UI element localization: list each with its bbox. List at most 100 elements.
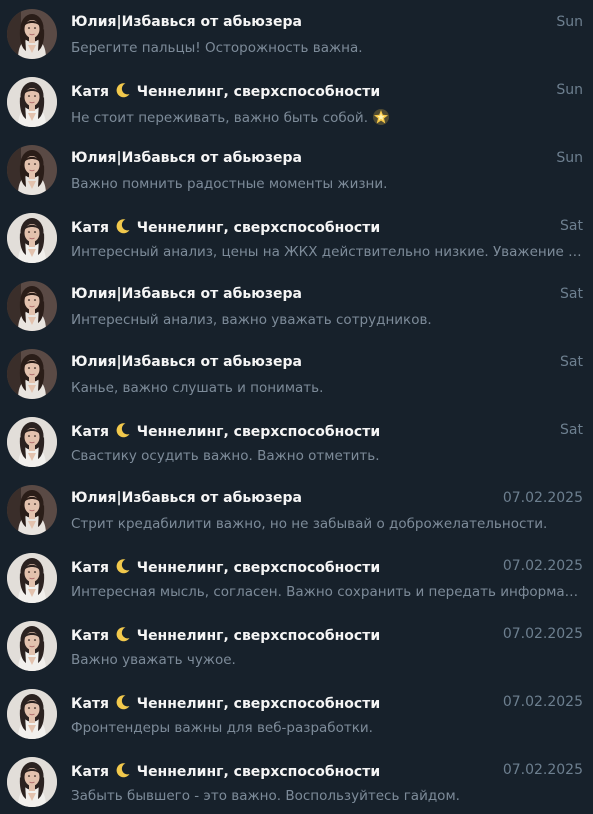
- chat-name-text: Юлия|Избавься от абьюзера: [71, 14, 302, 30]
- chat-name: Катя Ченнелинг, сверхспособности: [71, 82, 380, 100]
- chat-last-message: Интересный анализ, важно уважать сотрудн…: [71, 312, 583, 328]
- avatar[interactable]: [7, 757, 57, 807]
- chat-list-item[interactable]: Юлия|Избавься от абьюзера Sun Важно помнит…: [0, 136, 593, 204]
- chat-name-suffix: Ченнелинг, сверхспособности: [136, 628, 381, 644]
- chat-name-suffix: Ченнелинг, сверхспособности: [136, 560, 381, 576]
- avatar[interactable]: [7, 485, 57, 535]
- chat-timestamp: 07.02.2025: [502, 626, 583, 642]
- chat-last-message: Свастику осудить важно. Важно отметить.: [71, 448, 583, 464]
- chat-last-message: Фронтендеры важны для веб-разработки.: [71, 720, 583, 736]
- chat-name-text: Катя: [71, 84, 109, 100]
- chat-timestamp: 07.02.2025: [502, 762, 583, 778]
- chat-list-item[interactable]: Юлия|Избавься от абьюзера 07.02.2025 Стрит…: [0, 476, 593, 544]
- avatar[interactable]: [7, 77, 57, 127]
- chat-last-message-text: Не стоит переживать, важно быть собой.: [71, 110, 368, 126]
- chat-last-message-text: Интересная мысль, согласен. Важно сохран…: [71, 584, 583, 600]
- chat-name-text: Катя: [71, 424, 109, 440]
- chat-name-suffix: Ченнелинг, сверхспособности: [136, 220, 381, 236]
- chat-timestamp: Sat: [560, 354, 583, 370]
- chat-name: Юлия|Избавься от абьюзера: [71, 490, 302, 506]
- chat-list-item[interactable]: Юлия|Избавься от абьюзера Sat Интересный а…: [0, 272, 593, 340]
- chat-name: Катя Ченнелинг, сверхспособности: [71, 626, 380, 644]
- chat-last-message: Интересная мысль, согласен. Важно сохран…: [71, 584, 583, 600]
- crescent-moon-icon: [116, 559, 130, 574]
- chat-name-text: Юлия|Избавься от абьюзера: [71, 286, 302, 302]
- chat-timestamp: Sun: [556, 82, 583, 98]
- glowing-star-icon: [373, 109, 389, 125]
- chat-name: Катя Ченнелинг, сверхспособности: [71, 694, 380, 712]
- chat-name-text: Катя: [71, 696, 109, 712]
- chat-name-text: Катя: [71, 628, 109, 644]
- crescent-moon-icon: [116, 763, 130, 778]
- chat-name-suffix: Ченнелинг, сверхспособности: [136, 84, 381, 100]
- chat-list: Юлия|Избавься от абьюзера Sun Берегите пал…: [0, 0, 593, 814]
- chat-last-message-text: Забыть бывшего - это важно. Воспользуйте…: [71, 788, 460, 804]
- chat-last-message-text: Берегите пальцы! Осторожность важна.: [71, 40, 363, 56]
- chat-list-item[interactable]: Катя Ченнелинг, сверхспособности 07.02.20…: [0, 544, 593, 612]
- chat-name: Юлия|Избавься от абьюзера: [71, 354, 302, 370]
- chat-last-message: Забыть бывшего - это важно. Воспользуйте…: [71, 788, 583, 804]
- crescent-moon-icon: [116, 695, 130, 710]
- chat-last-message: Важно уважать чужое.: [71, 652, 583, 668]
- avatar[interactable]: [7, 689, 57, 739]
- chat-name: Катя Ченнелинг, сверхспособности: [71, 762, 380, 780]
- chat-name-suffix: Ченнелинг, сверхспособности: [136, 764, 381, 780]
- chat-name-text: Катя: [71, 764, 109, 780]
- chat-last-message: Важно помнить радостные моменты жизни.: [71, 176, 583, 192]
- chat-last-message-text: Фронтендеры важны для веб-разработки.: [71, 720, 373, 736]
- chat-list-item[interactable]: Катя Ченнелинг, сверхспособности Sat Интер…: [0, 204, 593, 272]
- chat-name-suffix: Ченнелинг, сверхспособности: [136, 424, 381, 440]
- chat-list-item[interactable]: Юлия|Избавься от абьюзера Sun Берегите пал…: [0, 0, 593, 68]
- chat-list-item[interactable]: Юлия|Избавься от абьюзера Sat Канье, важно…: [0, 340, 593, 408]
- chat-timestamp: 07.02.2025: [502, 694, 583, 710]
- chat-last-message: Стрит кредабилити важно, но не забывай о…: [71, 516, 583, 532]
- chat-timestamp: Sat: [560, 422, 583, 438]
- chat-timestamp: Sun: [556, 14, 583, 30]
- avatar[interactable]: [7, 553, 57, 603]
- chat-name: Катя Ченнелинг, сверхспособности: [71, 218, 380, 236]
- chat-list-item[interactable]: Катя Ченнелинг, сверхспособности Sat Сваст…: [0, 408, 593, 476]
- chat-name: Катя Ченнелинг, сверхспособности: [71, 422, 380, 440]
- chat-timestamp: Sat: [560, 218, 583, 234]
- crescent-moon-icon: [116, 219, 130, 234]
- chat-last-message-text: Стрит кредабилити важно, но не забывай о…: [71, 516, 548, 532]
- chat-name-text: Юлия|Избавься от абьюзера: [71, 150, 302, 166]
- chat-timestamp: Sun: [556, 150, 583, 166]
- chat-last-message-text: Интересный анализ, цены на ЖКХ действите…: [71, 244, 583, 260]
- chat-timestamp: Sat: [560, 286, 583, 302]
- chat-name-text: Юлия|Избавься от абьюзера: [71, 354, 302, 370]
- chat-list-item[interactable]: Катя Ченнелинг, сверхспособности 07.02.20…: [0, 680, 593, 748]
- chat-last-message-text: Важно помнить радостные моменты жизни.: [71, 176, 388, 192]
- avatar[interactable]: [7, 417, 57, 467]
- chat-name-suffix: Ченнелинг, сверхспособности: [136, 696, 381, 712]
- chat-name: Катя Ченнелинг, сверхспособности: [71, 558, 380, 576]
- crescent-moon-icon: [116, 423, 130, 438]
- chat-last-message-text: Важно уважать чужое.: [71, 652, 236, 668]
- chat-name-text: Катя: [71, 560, 109, 576]
- chat-timestamp: 07.02.2025: [502, 490, 583, 506]
- chat-last-message-text: Свастику осудить важно. Важно отметить.: [71, 448, 380, 464]
- chat-last-message: Берегите пальцы! Осторожность важна.: [71, 40, 583, 56]
- avatar[interactable]: [7, 145, 57, 195]
- avatar[interactable]: [7, 213, 57, 263]
- avatar[interactable]: [7, 349, 57, 399]
- chat-list-item[interactable]: Катя Ченнелинг, сверхспособности Sun Не ст…: [0, 68, 593, 136]
- chat-list-item[interactable]: Катя Ченнелинг, сверхспособности 07.02.20…: [0, 748, 593, 814]
- chat-name-text: Юлия|Избавься от абьюзера: [71, 490, 302, 506]
- avatar[interactable]: [7, 281, 57, 331]
- chat-last-message: Канье, важно слушать и понимать.: [71, 380, 583, 396]
- chat-list-item[interactable]: Катя Ченнелинг, сверхспособности 07.02.20…: [0, 612, 593, 680]
- avatar[interactable]: [7, 9, 57, 59]
- chat-name: Юлия|Избавься от абьюзера: [71, 14, 302, 30]
- crescent-moon-icon: [116, 627, 130, 642]
- chat-timestamp: 07.02.2025: [502, 558, 583, 574]
- chat-last-message: Интересный анализ, цены на ЖКХ действите…: [71, 244, 583, 260]
- chat-name: Юлия|Избавься от абьюзера: [71, 286, 302, 302]
- chat-last-message-text: Канье, важно слушать и понимать.: [71, 380, 324, 396]
- chat-last-message-text: Интересный анализ, важно уважать сотрудн…: [71, 312, 432, 328]
- chat-name-text: Катя: [71, 220, 109, 236]
- chat-last-message: Не стоит переживать, важно быть собой.: [71, 108, 583, 126]
- crescent-moon-icon: [116, 83, 130, 98]
- avatar[interactable]: [7, 621, 57, 671]
- chat-name: Юлия|Избавься от абьюзера: [71, 150, 302, 166]
